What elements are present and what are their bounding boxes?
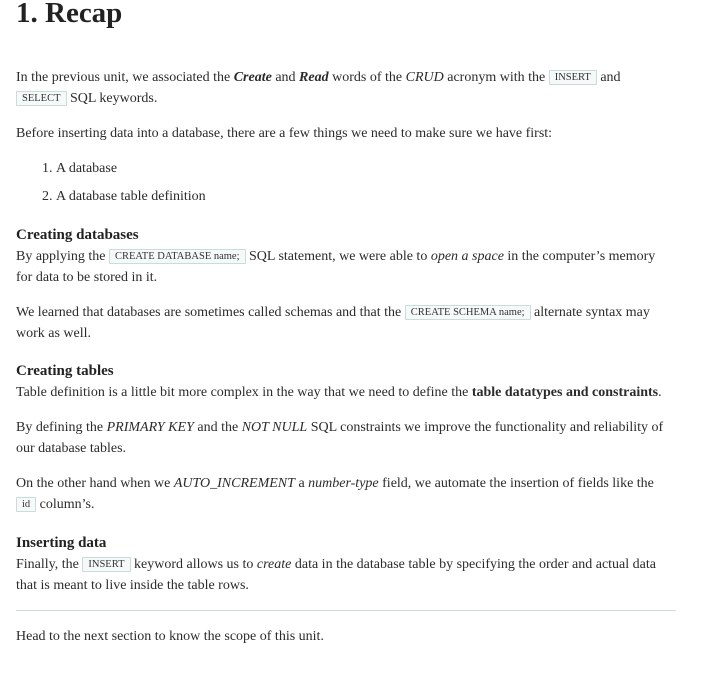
insert-code: INSERT	[548, 70, 597, 85]
recap-page: 1. Recap In the previous unit, we associ…	[0, 0, 715, 676]
schemas-paragraph: We learned that databases are sometimes …	[16, 305, 650, 341]
read-term: Read	[299, 70, 329, 85]
id-code: id	[16, 497, 37, 512]
creating-databases-heading: Creating databases	[16, 227, 139, 243]
inserting-data-paragraph: Finally, the INSERT keyword allows us to…	[16, 557, 656, 593]
list-item: 2. A database table definition	[42, 189, 206, 204]
intro-paragraph: In the previous unit, we associated the …	[16, 70, 621, 106]
next-section-paragraph: Head to the next section to know the sco…	[16, 629, 324, 644]
prerequisites-paragraph: Before inserting data into a database, t…	[16, 126, 553, 141]
creating-databases-paragraph: By applying the CREATE DATABASE name; SQ…	[16, 249, 656, 285]
create-schema-code: CREATE SCHEMA name;	[404, 305, 531, 320]
select-code: SELECT	[16, 91, 67, 106]
crud-term: CRUD	[405, 70, 444, 85]
create-database-code: CREATE DATABASE name;	[108, 249, 246, 264]
section-divider	[16, 610, 676, 611]
constraints-paragraph: By defining the PRIMARY KEY and the NOT …	[16, 420, 664, 456]
table-definition-paragraph: Table definition is a little bit more co…	[16, 385, 662, 400]
create-term: Create	[233, 70, 272, 85]
creating-tables-heading: Creating tables	[16, 363, 114, 379]
page-title: 1. Recap	[16, 0, 123, 29]
auto-increment-paragraph: On the other hand when we AUTO_INCREMENT…	[16, 476, 654, 512]
prerequisites-list: 1. A database 2. A database table defini…	[16, 159, 206, 215]
list-item: 1. A database	[42, 161, 118, 176]
inserting-data-heading: Inserting data	[16, 535, 107, 551]
insert-keyword-code: INSERT	[82, 557, 131, 572]
